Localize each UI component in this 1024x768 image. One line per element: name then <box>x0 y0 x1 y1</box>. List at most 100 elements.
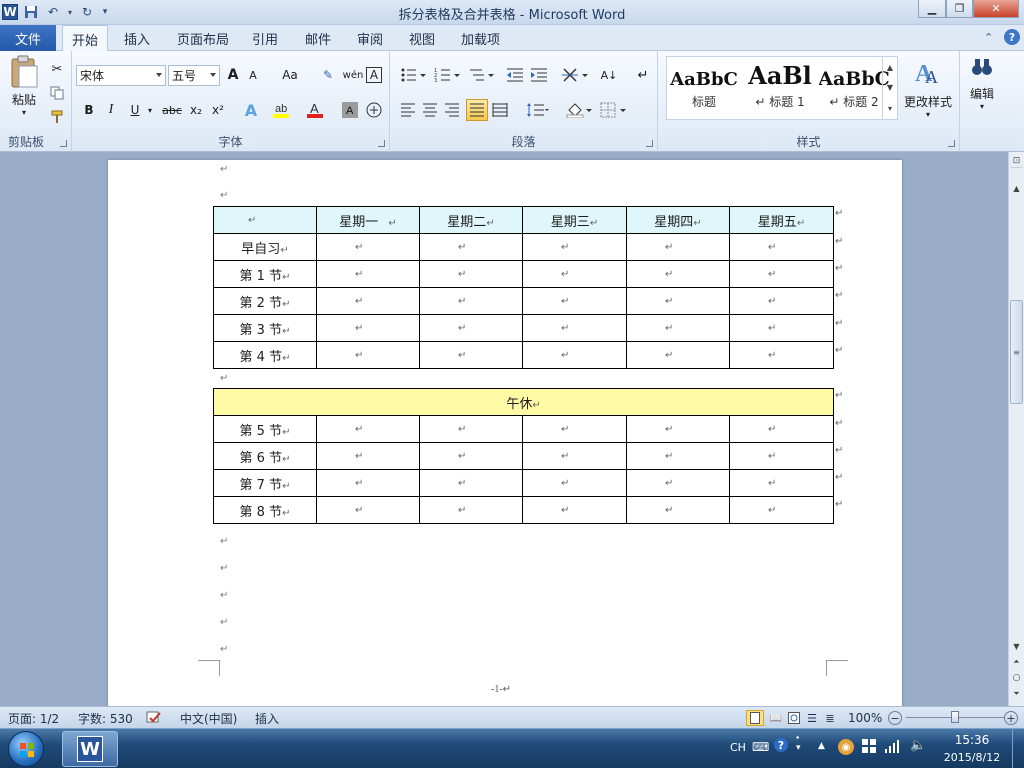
full-screen-reading-icon[interactable]: 📖 <box>768 710 784 726</box>
sort-icon[interactable]: A↓ <box>598 65 620 85</box>
table-cell[interactable]: ↵ <box>419 341 523 369</box>
table-cell[interactable]: ↵ <box>316 442 420 470</box>
table-cell[interactable]: ↵ <box>522 233 627 261</box>
table-cell[interactable]: ↵ <box>626 260 730 288</box>
change-styles-button[interactable]: AA 更改样式 ▾ <box>902 57 954 123</box>
table-cell[interactable]: ↵ <box>626 341 730 369</box>
line-spacing-icon[interactable] <box>524 100 552 120</box>
tab-home[interactable]: 开始 <box>62 25 108 52</box>
table-cell[interactable]: ↵ <box>626 314 730 342</box>
network-icon[interactable] <box>884 739 900 753</box>
table-cell[interactable]: 第 2 节↵ <box>213 287 317 315</box>
clipboard-dialog-launcher[interactable] <box>60 140 67 147</box>
text-effects-icon[interactable]: A <box>240 100 262 120</box>
bold-button[interactable]: B <box>80 100 98 120</box>
table-cell[interactable]: 第 7 节↵ <box>213 469 317 497</box>
tab-file[interactable]: 文件 <box>0 25 56 51</box>
enclose-characters-icon[interactable] <box>364 100 384 120</box>
table-cell[interactable]: ↵ <box>419 442 523 470</box>
tab-view[interactable]: 视图 <box>409 25 435 51</box>
table-cell[interactable]: ↵ <box>729 314 834 342</box>
tab-references[interactable]: 引用 <box>252 25 278 51</box>
table-cell[interactable]: ↵ <box>626 287 730 315</box>
noon-break-cell[interactable]: 午休↵ <box>212 388 835 416</box>
table-cell[interactable]: ↵ <box>729 341 834 369</box>
cut-icon[interactable]: ✂ <box>48 59 66 79</box>
volume-icon[interactable]: 🔈 <box>910 738 926 753</box>
borders-icon[interactable] <box>598 100 628 120</box>
maximize-button[interactable]: ❐ <box>946 0 973 18</box>
table-cell[interactable]: ↵ <box>316 415 420 443</box>
shading-icon[interactable] <box>564 100 594 120</box>
next-page-icon[interactable]: ⏷ <box>1010 688 1023 700</box>
table-cell[interactable]: ↵ <box>419 314 523 342</box>
numbering-icon[interactable]: 123 <box>432 65 462 85</box>
table-header-cell[interactable]: 星期一 ↵ <box>316 206 420 234</box>
show-marks-icon[interactable]: ↵ <box>634 65 652 85</box>
table-cell[interactable]: ↵ <box>728 469 835 497</box>
underline-dropdown-icon[interactable]: ▾ <box>146 100 154 120</box>
character-border-icon[interactable]: A <box>366 67 382 83</box>
font-color-icon[interactable]: A <box>304 100 330 120</box>
table-cell[interactable]: ↵ <box>522 341 627 369</box>
clock-date[interactable]: 2015/8/12 <box>940 751 1004 764</box>
taskbar-word-button[interactable]: W <box>62 731 118 767</box>
table-cell[interactable]: 第 6 节↵ <box>213 442 317 470</box>
bullets-icon[interactable] <box>398 65 428 85</box>
draft-view-icon[interactable]: ≣ <box>822 710 838 726</box>
table-cell[interactable]: ↵ <box>522 442 627 470</box>
table-cell[interactable]: ↵ <box>729 260 834 288</box>
zoom-level[interactable]: 100% <box>848 710 882 726</box>
table-cell[interactable]: ↵ <box>419 260 523 288</box>
timetable-morning[interactable]: ↵ 星期一 ↵ 星期二↵ 星期三↵ 星期四↵ 星期五↵ 早自习↵ ↵ ↵ ↵ ↵ … <box>213 206 834 369</box>
style-heading-2[interactable]: AaBbC ↵ 标题 2 <box>818 60 890 116</box>
help-icon[interactable]: ? <box>1004 29 1020 45</box>
timetable-afternoon[interactable]: 午休↵ 第 5 节↵ ↵ ↵ ↵ ↵ ↵ 第 6 节↵ ↵ ↵ ↵ ↵ ↵ 第 … <box>212 388 835 524</box>
font-size-combo[interactable]: 五号 <box>168 65 220 86</box>
table-cell[interactable]: ↵ <box>728 496 835 524</box>
flag-icon[interactable] <box>862 739 876 753</box>
table-cell[interactable]: ↵ <box>626 415 730 443</box>
web-layout-icon[interactable] <box>786 710 802 726</box>
table-cell[interactable]: ↵ <box>728 415 835 443</box>
table-cell[interactable]: ↵ <box>522 496 627 524</box>
start-button[interactable] <box>8 731 44 767</box>
document-page[interactable]: ↵ ↵ ↵ 星期一 ↵ 星期二↵ 星期三↵ 星期四↵ 星期五↵ 早自习↵ ↵ ↵ … <box>108 160 902 706</box>
style-title[interactable]: AaBbC 标题 <box>668 60 740 116</box>
scroll-thumb[interactable]: ≡ <box>1010 300 1023 404</box>
ime-help-icon[interactable]: ? <box>774 738 788 752</box>
table-cell[interactable]: ↵ <box>626 442 730 470</box>
table-cell[interactable]: ↵ <box>522 469 627 497</box>
paste-button[interactable]: 粘贴 ▾ <box>6 55 42 123</box>
table-cell[interactable]: ↵ <box>316 260 420 288</box>
editing-button[interactable]: 编辑 ▾ <box>962 55 1002 125</box>
table-cell[interactable]: 第 5 节↵ <box>213 415 317 443</box>
clear-formatting-icon[interactable]: ✎ <box>318 65 338 85</box>
phonetic-guide-icon[interactable]: wén <box>342 65 364 85</box>
proofing-icon[interactable] <box>146 710 166 726</box>
outline-view-icon[interactable]: ☰ <box>804 710 820 726</box>
align-left-icon[interactable] <box>398 100 418 120</box>
table-cell[interactable]: ↵ <box>626 233 730 261</box>
subscript-button[interactable]: x₂ <box>186 100 206 120</box>
table-cell[interactable]: ↵ <box>522 415 627 443</box>
table-cell[interactable]: ↵ <box>522 314 627 342</box>
format-painter-icon[interactable] <box>48 107 66 127</box>
page-count-status[interactable]: 页面: 1/2 <box>8 710 59 726</box>
scroll-down-icon[interactable]: ▼ <box>1010 640 1023 652</box>
distributed-icon[interactable] <box>490 100 510 120</box>
insert-mode-status[interactable]: 插入 <box>255 710 279 726</box>
table-cell[interactable]: 第 1 节↵ <box>213 260 317 288</box>
table-cell[interactable]: ↵ <box>626 496 730 524</box>
minimize-ribbon-icon[interactable]: ⌃ <box>984 31 993 44</box>
decrease-indent-icon[interactable] <box>504 65 526 85</box>
table-header-cell[interactable]: ↵ <box>213 206 317 234</box>
table-cell[interactable]: 第 8 节↵ <box>213 496 317 524</box>
align-right-icon[interactable] <box>442 100 462 120</box>
justify-icon[interactable] <box>466 99 488 121</box>
table-cell[interactable]: ↵ <box>316 314 420 342</box>
show-hidden-icons[interactable]: ▲ <box>818 741 825 751</box>
font-name-combo[interactable]: 宋体 <box>76 65 166 86</box>
underline-button[interactable]: U <box>126 100 144 120</box>
table-cell[interactable]: ↵ <box>729 287 834 315</box>
